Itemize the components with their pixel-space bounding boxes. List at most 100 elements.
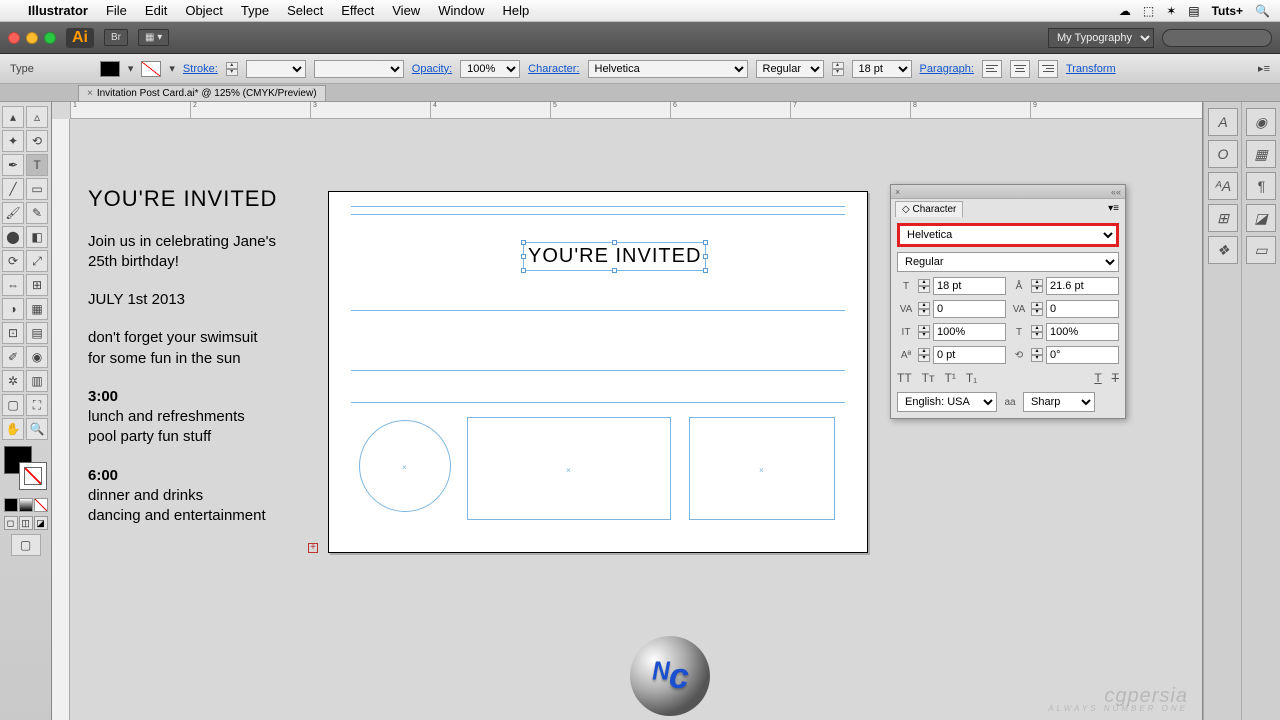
eyedropper-tool[interactable]: ✐ — [2, 346, 24, 368]
align-right-button[interactable] — [1038, 60, 1058, 78]
panel-antialias[interactable]: Sharp — [1023, 392, 1095, 412]
artboard[interactable]: YOU'RE INVITED × × × — [328, 191, 868, 553]
panel-leading[interactable] — [1046, 277, 1119, 295]
menu-help[interactable]: Help — [502, 3, 529, 18]
symbol-sprayer-tool[interactable]: ✲ — [2, 370, 24, 392]
mesh-tool[interactable]: ⊡ — [2, 322, 24, 344]
artboard-tool[interactable]: ▢ — [2, 394, 24, 416]
rectangle-tool[interactable]: ▭ — [26, 178, 48, 200]
rect-shape-1[interactable]: × — [467, 417, 671, 520]
slice-tool[interactable]: ⛶ — [26, 394, 48, 416]
pencil-tool[interactable]: ✎ — [26, 202, 48, 224]
panel-font-size[interactable] — [933, 277, 1006, 295]
hand-tool[interactable]: ✋ — [2, 418, 24, 440]
character-panel[interactable]: ×«« ◇ Character▾≡ Helvetica Regular T▴▾ … — [890, 184, 1126, 419]
horizontal-ruler[interactable]: 123456789 — [70, 102, 1202, 119]
opentype-panel-icon[interactable]: O — [1208, 140, 1238, 168]
panel-language[interactable]: English: USA — [897, 392, 997, 412]
selected-text-frame[interactable]: YOU'RE INVITED — [523, 242, 706, 271]
superscript-button[interactable]: T¹ — [945, 371, 956, 385]
app-menu[interactable]: Illustrator — [28, 3, 88, 18]
menu-select[interactable]: Select — [287, 3, 323, 18]
bridge-button[interactable]: Br — [104, 29, 128, 46]
menu-view[interactable]: View — [392, 3, 420, 18]
font-style-select[interactable]: Regular — [756, 60, 824, 78]
draw-behind[interactable]: ◫ — [19, 516, 33, 530]
eraser-tool[interactable]: ◧ — [26, 226, 48, 248]
menu-file[interactable]: File — [106, 3, 127, 18]
line-tool[interactable]: ╱ — [2, 178, 24, 200]
panel-baseline[interactable] — [933, 346, 1006, 364]
cloud-icon[interactable]: ☁ — [1119, 4, 1131, 18]
panel-kerning[interactable] — [933, 300, 1006, 318]
allcaps-button[interactable]: TT — [897, 371, 912, 385]
menu-object[interactable]: Object — [185, 3, 223, 18]
window-minimize[interactable] — [26, 32, 38, 44]
blob-brush-tool[interactable]: ⬤ — [2, 226, 24, 248]
type-tool[interactable]: T — [26, 154, 48, 176]
window-close[interactable] — [8, 32, 20, 44]
align-left-button[interactable] — [982, 60, 1002, 78]
paragraph-link[interactable]: Paragraph: — [920, 63, 974, 75]
lasso-tool[interactable]: ⟲ — [26, 130, 48, 152]
selection-tool[interactable]: ▴ — [2, 106, 24, 128]
stroke-swatch[interactable] — [141, 61, 161, 77]
transform-link[interactable]: Transform — [1066, 63, 1116, 75]
direct-selection-tool[interactable]: ▵ — [26, 106, 48, 128]
pathfinder-panel-icon[interactable]: ◪ — [1246, 204, 1276, 232]
zoom-tool[interactable]: 🔍 — [26, 418, 48, 440]
font-size-stepper[interactable]: ▴▾ — [832, 62, 844, 76]
strikethrough-button[interactable]: T — [1112, 371, 1119, 385]
subscript-button[interactable]: T₁ — [966, 371, 977, 385]
draw-normal[interactable]: ◻ — [4, 516, 18, 530]
align-panel-icon[interactable]: ⊞ — [1208, 204, 1238, 232]
scale-tool[interactable]: ⤢ — [26, 250, 48, 272]
panel-close-icon[interactable]: × — [895, 187, 900, 197]
panel-font-family[interactable]: Helvetica — [897, 223, 1119, 247]
close-tab-icon[interactable]: × — [87, 88, 93, 99]
smallcaps-button[interactable]: Tᴛ — [922, 371, 935, 385]
overflow-icon[interactable]: + — [308, 543, 318, 553]
swatches-panel-icon[interactable]: ▦ — [1246, 140, 1276, 168]
fill-stroke-control[interactable] — [4, 446, 47, 490]
panel-tracking[interactable] — [1046, 300, 1119, 318]
panel-menu-icon[interactable]: ▾≡ — [1106, 201, 1121, 217]
stroke-stepper[interactable]: ▴▾ — [226, 62, 238, 76]
opacity-select[interactable]: 100% — [460, 60, 520, 78]
paragraph-panel-icon[interactable]: ¶ — [1246, 172, 1276, 200]
opacity-link[interactable]: Opacity: — [412, 63, 452, 75]
menu-window[interactable]: Window — [438, 3, 484, 18]
stroke-box[interactable] — [19, 462, 47, 490]
paintbrush-tool[interactable]: 🖌 — [2, 202, 24, 224]
rect-shape-2[interactable]: × — [689, 417, 835, 520]
circle-shape[interactable]: × — [359, 420, 451, 512]
pen-tool[interactable]: ✒ — [2, 154, 24, 176]
align-center-button[interactable] — [1010, 60, 1030, 78]
spotlight-icon[interactable]: 🔍 — [1255, 4, 1270, 18]
perspective-tool[interactable]: ▦ — [26, 298, 48, 320]
character-panel-icon[interactable]: A — [1208, 108, 1238, 136]
artboards-panel-icon[interactable]: ▭ — [1246, 236, 1276, 264]
brush-select[interactable] — [314, 60, 404, 78]
panel-font-style[interactable]: Regular — [897, 252, 1119, 272]
shape-builder-tool[interactable]: ◑ — [2, 298, 24, 320]
menu-extra-icon[interactable]: ▤ — [1188, 4, 1199, 18]
draw-inside[interactable]: ◪ — [34, 516, 48, 530]
free-transform-tool[interactable]: ⊞ — [26, 274, 48, 296]
canvas-area[interactable]: 123456789 YOU'RE INVITED Join us in cele… — [52, 102, 1202, 720]
blend-tool[interactable]: ◉ — [26, 346, 48, 368]
stroke-dropdown-icon[interactable]: ▾ — [169, 62, 175, 75]
gradient-mode[interactable] — [19, 498, 33, 512]
graph-tool[interactable]: ▥ — [26, 370, 48, 392]
magic-wand-tool[interactable]: ✦ — [2, 130, 24, 152]
menu-edit[interactable]: Edit — [145, 3, 167, 18]
arrange-button[interactable]: ▦ ▾ — [138, 29, 169, 46]
character-link[interactable]: Character: — [528, 63, 579, 75]
none-mode[interactable] — [34, 498, 48, 512]
color-mode[interactable] — [4, 498, 18, 512]
gradient-tool[interactable]: ▤ — [26, 322, 48, 344]
font-size-select[interactable]: 18 pt — [852, 60, 912, 78]
width-tool[interactable]: ⇔ — [2, 274, 24, 296]
menu-effect[interactable]: Effect — [341, 3, 374, 18]
character-tab[interactable]: ◇ Character — [895, 201, 963, 217]
